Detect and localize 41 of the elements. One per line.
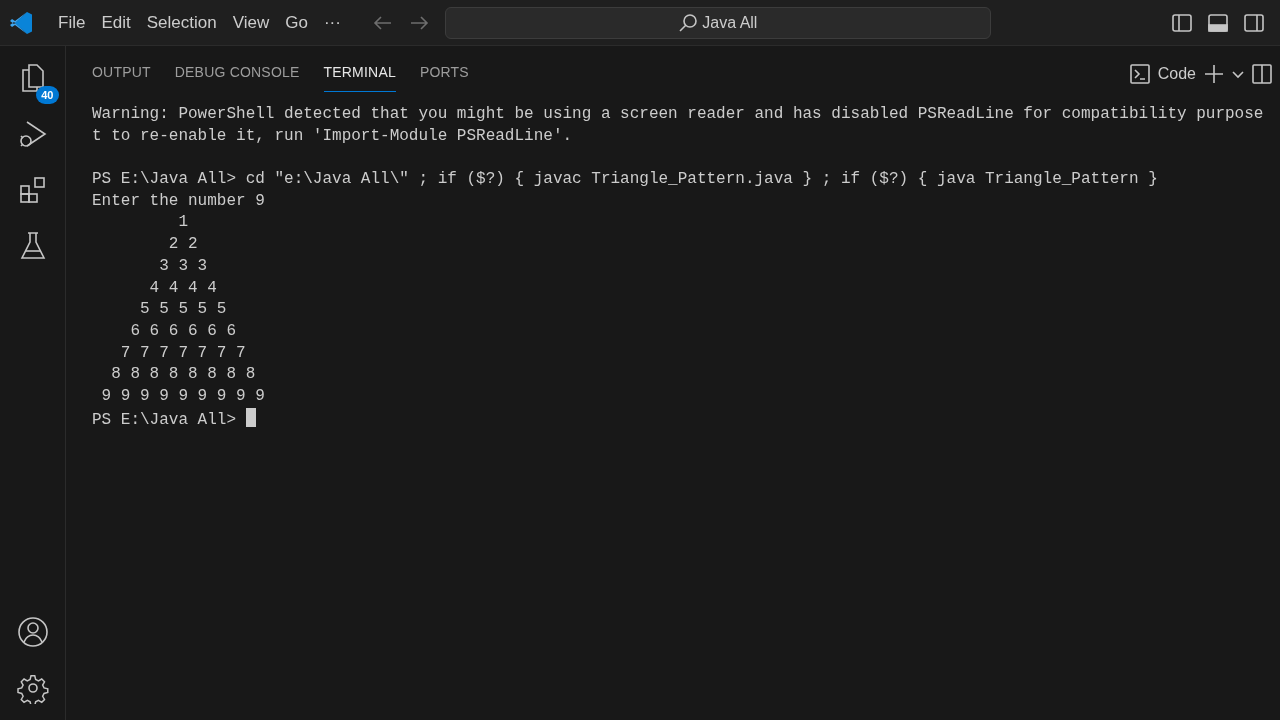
menu-item[interactable]: Go (277, 5, 316, 40)
terminal-line: 2 2 (167, 235, 198, 254)
menu-item[interactable]: ··· (315, 5, 349, 40)
chevron-down-icon[interactable] (1232, 69, 1244, 79)
panel-toggle-icon[interactable] (1208, 12, 1228, 33)
terminal-line: Enter the number 9 (92, 191, 265, 210)
forward-arrow-icon[interactable] (408, 14, 429, 31)
back-arrow-icon[interactable] (372, 14, 393, 31)
terminal-line: 8 8 8 8 8 8 8 8 (110, 365, 256, 384)
terminal-name[interactable]: Code (1157, 62, 1196, 86)
menu-item[interactable]: Edit (93, 5, 139, 40)
search-text: Java All (702, 12, 758, 33)
count-badge: 40 (36, 86, 59, 104)
panel-tab[interactable]: OUTPUT (92, 56, 151, 92)
terminal-line: 6 6 6 6 6 6 (129, 321, 237, 340)
terminal-line: 1 (177, 213, 188, 232)
terminal-line: PS E:\Java All> cd "e:\Java All\" ; if ($?) { javac Triangle_Pattern.java } ; if ($?) { java Triangle_Pattern } (92, 170, 1158, 189)
terminal-line: PS E:\Java All> (92, 410, 238, 429)
logo-icon (8, 9, 34, 36)
panel-tab[interactable]: PORTS (419, 56, 469, 92)
plus-icon[interactable] (1204, 64, 1224, 84)
split-icon[interactable] (1252, 64, 1272, 84)
panel-tab[interactable]: DEBUG CONSOLE (174, 56, 300, 92)
sidebar-toggle-icon[interactable] (1172, 12, 1192, 33)
terminal-line: 7 7 7 7 7 7 7 (119, 343, 246, 362)
menu-item[interactable]: View (224, 5, 278, 40)
terminal-line: 4 4 4 4 (148, 278, 217, 297)
panel-tab[interactable]: TERMINAL (323, 56, 396, 92)
menu-item[interactable]: File (50, 5, 94, 40)
account-icon[interactable] (16, 616, 49, 648)
terminal-line: 3 3 3 (158, 256, 208, 275)
terminal-line: 5 5 5 5 5 (139, 300, 227, 319)
search-field[interactable]: Java All (444, 6, 991, 39)
search-icon (678, 12, 699, 33)
settings-icon[interactable] (16, 672, 49, 704)
terminal-icon (1129, 64, 1150, 84)
terminal-line: 9 9 9 9 9 9 9 9 9 (100, 386, 265, 405)
secondary-sidebar-icon[interactable] (1244, 12, 1264, 33)
terminal-line: Warning: PowerShell detected that you might be using a screen reader and has disabled PSReadLine for compatibility purpose (92, 105, 1264, 123)
menu-item[interactable]: Selection (138, 5, 225, 40)
terminal-line: t to re-enable it, run 'Import-Module PSReadLine'. (92, 126, 573, 145)
